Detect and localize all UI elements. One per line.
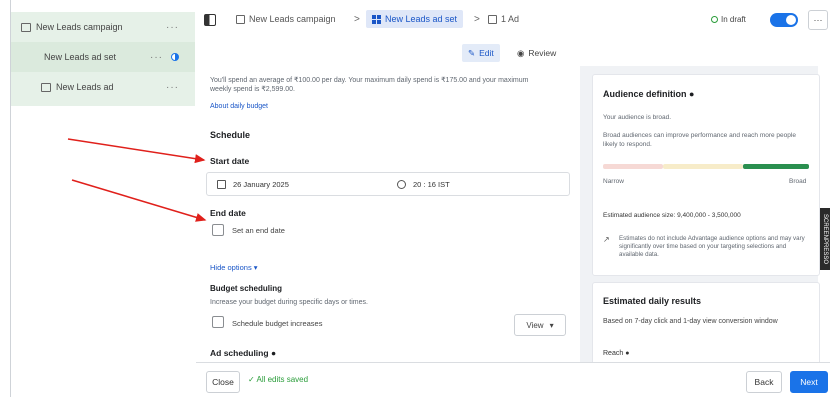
trend-icon: ↗: [603, 235, 610, 244]
breadcrumb-label: New Leads campaign: [249, 14, 336, 24]
breadcrumb-campaign[interactable]: New Leads campaign: [236, 14, 336, 24]
meter-segment-broad: [743, 164, 809, 169]
daily-results-desc: Based on 7-day click and 1-day view conv…: [603, 318, 778, 325]
save-status: ✓ All edits saved: [248, 375, 308, 384]
campaign-icon: [236, 14, 245, 24]
back-button[interactable]: Back: [746, 371, 782, 393]
start-date-input[interactable]: 26 January 2025: [233, 180, 289, 189]
sidebar-item-label: New Leads ad set: [44, 52, 117, 62]
sidebar-toggle-icon[interactable]: [204, 14, 216, 26]
view-label: View: [526, 320, 544, 330]
pencil-icon: ✎: [468, 47, 476, 58]
breadcrumb-adset[interactable]: New Leads ad set: [366, 10, 464, 28]
budget-schedule-checkbox[interactable]: [212, 316, 224, 328]
save-status-label: All edits saved: [256, 375, 309, 384]
clock-icon: [397, 180, 406, 189]
breadcrumb-separator: >: [474, 14, 480, 25]
reach-text: Reach: [603, 350, 624, 357]
sidebar-item-label: New Leads campaign: [36, 22, 123, 32]
meter-broad-label: Broad: [789, 178, 807, 185]
more-icon[interactable]: ···: [150, 52, 163, 63]
header-bar: New Leads campaign > New Leads ad set > …: [196, 0, 830, 40]
sidebar-item-adset[interactable]: New Leads ad set ···: [11, 42, 195, 72]
view-dropdown[interactable]: View ▾: [514, 314, 566, 336]
status-half-icon: [171, 53, 179, 61]
budget-notice-line: You'll spend an average of ₹100.00 per d…: [210, 77, 529, 84]
estimate-note: Estimates do not include Advantage audie…: [619, 235, 805, 258]
start-date-field: 26 January 2025 20 : 16 IST: [206, 172, 570, 196]
draft-status: In draft: [711, 15, 746, 24]
meter-segment-narrow: [603, 164, 663, 169]
about-daily-budget-link[interactable]: About daily budget: [210, 102, 268, 111]
end-date-checkbox-label: Set an end date: [232, 226, 285, 235]
next-button[interactable]: Next: [790, 371, 828, 393]
sidebar-item-ad[interactable]: New Leads ad ···: [11, 72, 195, 102]
sidebar-divider: [11, 102, 195, 106]
more-icon[interactable]: ···: [166, 22, 179, 33]
tab-review[interactable]: ◉ Review: [511, 44, 562, 62]
calendar-icon: [217, 180, 226, 189]
close-button[interactable]: Close: [206, 371, 240, 393]
ad-icon: [488, 14, 497, 24]
audience-definition-panel: Audience definition ● Your audience is b…: [592, 74, 820, 276]
meter-segment-mid: [663, 164, 743, 169]
ad-scheduling-label: Ad scheduling: [210, 348, 269, 358]
ad-scheduling-heading: Ad scheduling ●: [210, 348, 276, 358]
info-icon: ●: [270, 348, 277, 358]
audience-selected: Your audience is broad.: [603, 114, 672, 121]
daily-results-title: Estimated daily results: [603, 296, 702, 306]
audience-title-text: Audience definition: [603, 89, 687, 99]
active-toggle[interactable]: [770, 13, 798, 27]
audience-title: Audience definition ●: [603, 89, 694, 99]
meter-narrow-label: Narrow: [603, 178, 624, 185]
chevron-down-icon: ▾: [549, 320, 554, 330]
screenpresso-side-tab[interactable]: SCREENPRESSO: [820, 208, 830, 270]
breadcrumb-separator: >: [354, 14, 360, 25]
sidebar-item-label: New Leads ad: [56, 82, 114, 92]
breadcrumb-label: 1 Ad: [501, 14, 520, 24]
sidebar-item-campaign[interactable]: New Leads campaign ···: [11, 12, 195, 42]
end-date-checkbox[interactable]: [212, 224, 224, 236]
status-label: In draft: [721, 15, 746, 24]
eye-icon: ◉: [517, 47, 525, 58]
estimated-daily-results-panel: Estimated daily results Based on 7-day c…: [592, 282, 820, 372]
info-icon: ●: [625, 350, 630, 357]
tab-label: Review: [528, 48, 557, 58]
edit-review-tabs: ✎ Edit ◉ Review: [196, 40, 830, 66]
tab-label: Edit: [479, 48, 494, 58]
audience-description: Broad audiences can improve performance …: [603, 132, 796, 148]
ad-icon: [41, 82, 51, 92]
reach-label: Reach ●: [603, 349, 629, 358]
budget-scheduling-desc: Increase your budget during specific day…: [210, 299, 368, 306]
budget-scheduling-heading: Budget scheduling: [210, 284, 282, 293]
more-options-button[interactable]: ···: [808, 10, 828, 30]
end-date-label: End date: [210, 208, 246, 218]
adset-grid-icon: [372, 14, 381, 24]
schedule-heading: Schedule: [210, 130, 251, 140]
info-icon: ●: [689, 89, 695, 99]
more-icon[interactable]: ···: [166, 82, 179, 93]
start-date-label: Start date: [210, 156, 250, 166]
folder-icon: [21, 22, 31, 32]
breadcrumb-ad[interactable]: 1 Ad: [488, 14, 519, 24]
footer-bar: Close ✓ All edits saved Back Next: [196, 362, 830, 397]
start-time-input[interactable]: 20 : 16 IST: [413, 180, 450, 189]
estimated-audience-size: Estimated audience size: 9,400,000 - 3,5…: [603, 212, 741, 219]
sidebar-tree: New Leads campaign ··· New Leads ad set …: [10, 0, 195, 397]
tab-edit[interactable]: ✎ Edit: [462, 44, 500, 62]
breadcrumb-label: New Leads ad set: [385, 14, 458, 24]
draft-status-icon: [711, 16, 718, 23]
budget-notice-line: weekly spend is ₹2,599.00.: [210, 86, 296, 93]
hide-options-link[interactable]: Hide options ▾: [210, 263, 258, 272]
adset-form: You'll spend an average of ₹100.00 per d…: [196, 70, 580, 360]
adset-grid-icon: [29, 53, 39, 62]
budget-schedule-checkbox-label: Schedule budget increases: [232, 319, 323, 328]
budget-notice: You'll spend an average of ₹100.00 per d…: [210, 76, 570, 94]
ads-manager-editor: New Leads campaign ··· New Leads ad set …: [0, 0, 830, 397]
